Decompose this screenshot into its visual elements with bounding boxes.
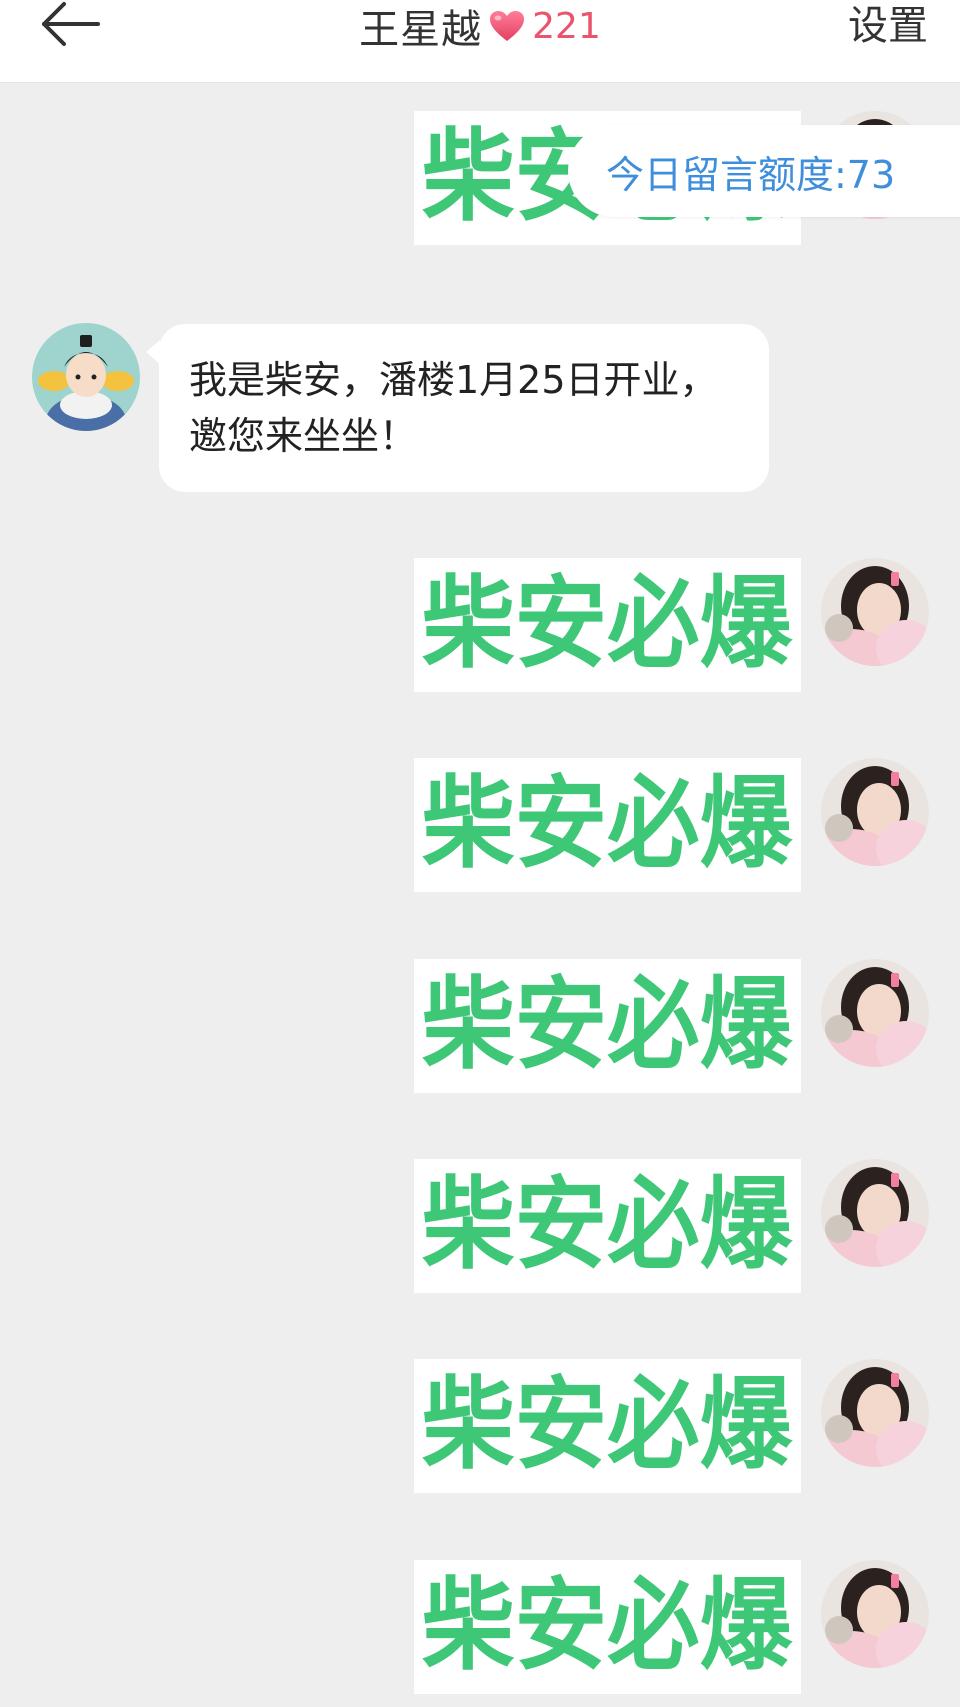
sticker-image: 柴安必爆 [422,1567,793,1684]
my-avatar[interactable] [821,1560,929,1668]
contact-name: 王星越 [359,7,483,53]
sticker-message[interactable]: 柴安必爆 [414,959,801,1093]
my-avatar[interactable] [821,558,929,666]
sticker-message[interactable]: 柴安必爆 [414,758,801,892]
girl-avatar-icon [821,1159,929,1267]
girl-avatar-icon [821,959,929,1067]
sticker-image: 柴安必爆 [422,765,793,882]
sticker-message[interactable]: 柴安必爆 [414,1159,801,1293]
my-avatar[interactable] [821,1359,929,1467]
sticker-image: 柴安必爆 [422,966,793,1083]
girl-avatar-icon [821,558,929,666]
sticker-text: 柴安必爆 [422,1366,793,1483]
sticker-text: 柴安必爆 [422,765,793,882]
cartoon-man-avatar-icon [32,323,140,431]
sticker-text: 柴安必爆 [422,565,793,682]
intimacy-count: 221 [532,5,601,47]
sticker-text: 柴安必爆 [422,966,793,1083]
sticker-message[interactable]: 柴安必爆 [414,558,801,692]
contact-avatar[interactable] [32,323,140,431]
heart-icon [488,9,526,43]
settings-button[interactable]: 设置 [848,0,928,52]
incoming-text-message[interactable]: 我是柴安，潘楼1月25日开业，邀您来坐坐！ [159,324,769,492]
top-bar: 王星越 221 设置 [0,0,960,83]
girl-avatar-icon [821,758,929,866]
sticker-text: 柴安必爆 [422,1166,793,1283]
my-avatar[interactable] [821,758,929,866]
sticker-image: 柴安必爆 [422,1166,793,1283]
daily-message-quota: 今日留言额度:73 [568,125,960,217]
girl-avatar-icon [821,1560,929,1668]
sticker-image: 柴安必爆 [422,565,793,682]
my-avatar[interactable] [821,959,929,1067]
sticker-text: 柴安必爆 [422,1567,793,1684]
sticker-message[interactable]: 柴安必爆 [414,1359,801,1493]
sticker-message[interactable]: 柴安必爆 [414,1560,801,1694]
sticker-image: 柴安必爆 [422,1366,793,1483]
chat-title: 王星越 221 [0,0,960,54]
my-avatar[interactable] [821,1159,929,1267]
bubble-tail [146,340,160,364]
girl-avatar-icon [821,1359,929,1467]
